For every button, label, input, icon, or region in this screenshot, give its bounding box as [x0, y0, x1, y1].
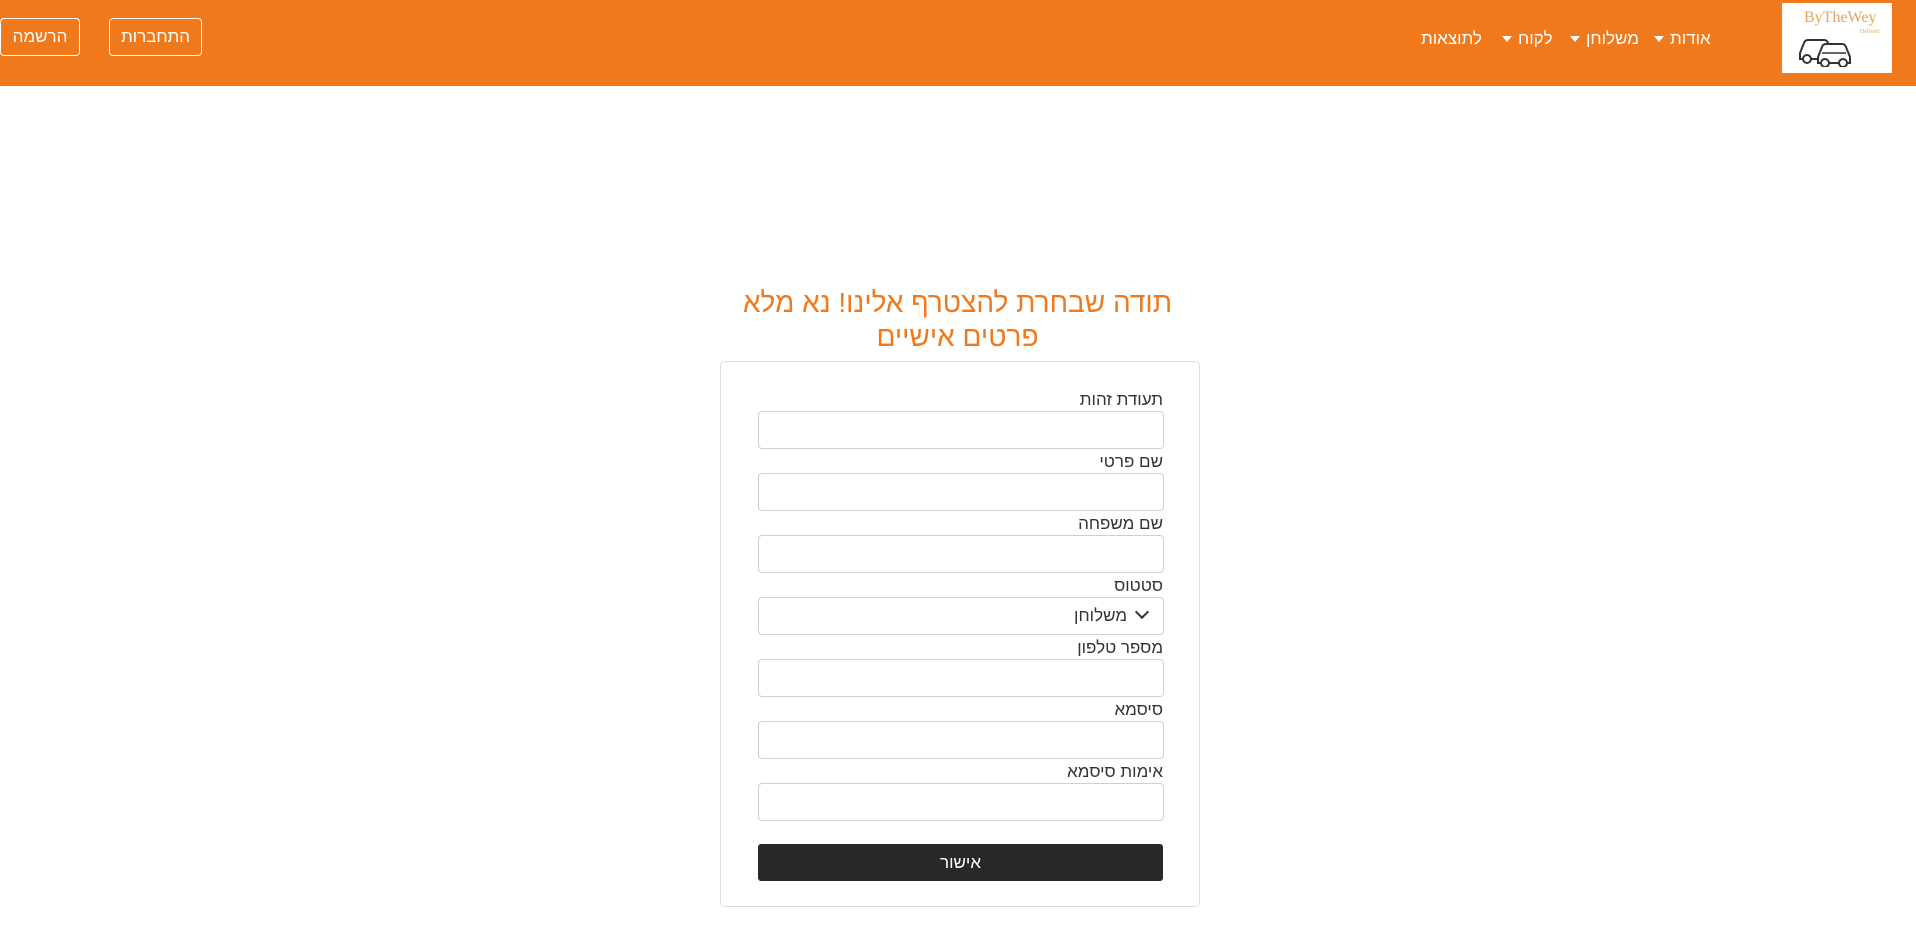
phone-label: מספר טלפון: [1077, 638, 1163, 657]
nav-customer-label: לקוח: [1518, 29, 1553, 48]
phone-input[interactable]: [758, 659, 1164, 697]
logo-text: ByTheWey: [1804, 9, 1877, 26]
password-input[interactable]: [758, 721, 1164, 759]
nav-deliverer[interactable]: משלוחן: [1570, 27, 1639, 51]
top-navbar: ByTheWey Deliveri אודות משלוחן לקוח לתוצ…: [0, 0, 1916, 86]
caret-down-icon: [1654, 36, 1664, 42]
last-name-label: שם משפחה: [1078, 514, 1163, 533]
page-title: תודה שבחרת להצטרף אלינו! נא מלא פרטים אי…: [742, 287, 1173, 352]
confirm-password-label: אימות סיסמא: [1067, 762, 1163, 781]
submit-button[interactable]: אישור: [758, 844, 1163, 881]
nav-customer[interactable]: לקוח: [1502, 27, 1552, 51]
brand-logo[interactable]: ByTheWey Deliveri: [1782, 3, 1892, 73]
nav-results-label: לתוצאות: [1421, 29, 1482, 48]
last-name-input[interactable]: [758, 535, 1164, 573]
nav-deliverer-label: משלוחן: [1586, 29, 1639, 48]
registration-form-card: תעודת זהות שם פרטי שם משפחה סטטוס משלוחן…: [720, 361, 1200, 907]
nav-results[interactable]: לתוצאות: [1421, 27, 1482, 51]
first-name-label: שם פרטי: [1099, 452, 1163, 471]
first-name-input[interactable]: [758, 473, 1164, 511]
register-button[interactable]: הרשמה: [0, 18, 80, 56]
status-select[interactable]: משלוחן: [758, 597, 1164, 635]
id-label: תעודת זהות: [1079, 390, 1163, 409]
password-label: סיסמא: [1114, 700, 1163, 719]
id-input[interactable]: [758, 411, 1164, 449]
status-selected-value: משלוחן: [1074, 606, 1127, 625]
logo-subtext: Deliveri: [1860, 29, 1880, 35]
chevron-down-icon: [1134, 604, 1150, 620]
status-label: סטטוס: [1114, 576, 1163, 595]
nav-about-label: אודות: [1670, 29, 1711, 48]
caret-down-icon: [1502, 36, 1512, 42]
caret-down-icon: [1570, 36, 1580, 42]
login-button[interactable]: התחברות: [109, 18, 202, 56]
nav-about[interactable]: אודות: [1654, 27, 1711, 51]
cars-icon: [1799, 39, 1851, 67]
confirm-password-input[interactable]: [758, 783, 1164, 821]
